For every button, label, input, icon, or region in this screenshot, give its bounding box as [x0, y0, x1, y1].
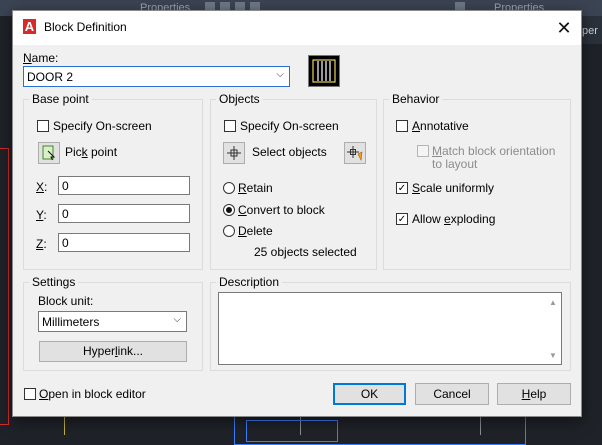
scale-uniformly-checkbox[interactable]: ✓: [396, 182, 408, 194]
name-combo[interactable]: DOOR 2 ⌵: [23, 66, 290, 87]
objects-selected-count: 25 objects selected: [254, 245, 357, 259]
retain-label: Retain: [238, 181, 273, 195]
hyperlink-button[interactable]: Hyperlink...: [39, 341, 187, 362]
block-unit-select[interactable]: Millimeters ⌵: [38, 311, 187, 332]
name-label: Name:: [23, 51, 59, 65]
side-panel-text: per: [582, 25, 598, 37]
pick-point-label: Pick point: [65, 145, 118, 159]
annotative-label: Annotative: [412, 119, 469, 133]
convert-to-block-label: Convert to block: [238, 203, 325, 217]
scale-uniformly-label: Scale uniformly: [412, 181, 495, 195]
description-textarea[interactable]: [218, 292, 562, 365]
y-label: Y:: [36, 208, 47, 222]
pick-point-icon: [42, 145, 56, 161]
match-orientation-label: Match block orientation: [432, 144, 556, 158]
objects-specify-onscreen-label: Specify On-screen: [240, 119, 339, 133]
x-label: X:: [36, 180, 48, 194]
match-orientation-label-line2: to layout: [432, 157, 478, 171]
convert-to-block-radio[interactable]: [223, 204, 235, 216]
base-point-title: Base point: [29, 92, 92, 106]
block-preview-icon: [308, 55, 340, 87]
select-objects-icon: [227, 146, 241, 160]
x-input[interactable]: 0: [58, 176, 190, 195]
quick-select-button[interactable]: [344, 142, 366, 164]
objects-title: Objects: [216, 92, 263, 106]
drawing-red-frame: [0, 148, 9, 425]
behavior-title: Behavior: [389, 92, 443, 106]
close-icon: ✕: [556, 18, 572, 38]
block-definition-dialog: A Block Definition ✕ Name: DOOR 2 ⌵ Base…: [12, 10, 582, 417]
dialog-titlebar[interactable]: A Block Definition ✕: [13, 11, 581, 45]
block-unit-value: Millimeters: [42, 315, 100, 329]
match-orientation-checkbox[interactable]: [417, 145, 429, 157]
autocad-a-icon: A: [23, 19, 36, 34]
description-title: Description: [216, 275, 283, 289]
z-input[interactable]: 0: [58, 233, 190, 252]
base-specify-onscreen-checkbox[interactable]: [37, 120, 49, 132]
name-value: DOOR 2: [27, 70, 74, 84]
cancel-button[interactable]: Cancel: [415, 383, 489, 405]
drawing-yellow-line: [64, 416, 65, 435]
allow-exploding-label: Allow exploding: [412, 212, 496, 226]
close-button[interactable]: ✕: [551, 15, 577, 41]
base-specify-onscreen-label: Specify On-screen: [53, 119, 152, 133]
block-unit-label: Block unit:: [38, 294, 94, 308]
radio-selected-dot: [226, 207, 232, 213]
y-input[interactable]: 0: [58, 204, 190, 223]
pick-point-button[interactable]: [38, 142, 60, 164]
chevron-down-icon: ⌵: [276, 69, 284, 80]
quick-select-icon: [347, 146, 363, 162]
select-objects-label: Select objects: [252, 145, 327, 159]
objects-specify-onscreen-checkbox[interactable]: [224, 120, 236, 132]
ok-button[interactable]: OK: [333, 383, 406, 405]
chevron-down-icon: ⌵: [173, 314, 181, 325]
allow-exploding-checkbox[interactable]: ✓: [396, 213, 408, 225]
scroll-up-icon[interactable]: ▲: [549, 298, 578, 307]
dialog-title: Block Definition: [44, 20, 127, 34]
drawing-blue-geometry: [246, 420, 338, 442]
scroll-down-icon[interactable]: ▼: [549, 351, 578, 360]
open-in-editor-checkbox[interactable]: [24, 388, 36, 400]
select-objects-button[interactable]: [223, 142, 245, 164]
delete-radio[interactable]: [223, 225, 235, 237]
retain-radio[interactable]: [223, 182, 235, 194]
help-button[interactable]: Help: [497, 383, 571, 405]
settings-title: Settings: [29, 275, 79, 289]
annotative-checkbox[interactable]: [396, 120, 408, 132]
open-in-editor-label: Open in block editor: [39, 387, 146, 401]
delete-label: Delete: [238, 224, 273, 238]
z-label: Z:: [36, 237, 47, 251]
